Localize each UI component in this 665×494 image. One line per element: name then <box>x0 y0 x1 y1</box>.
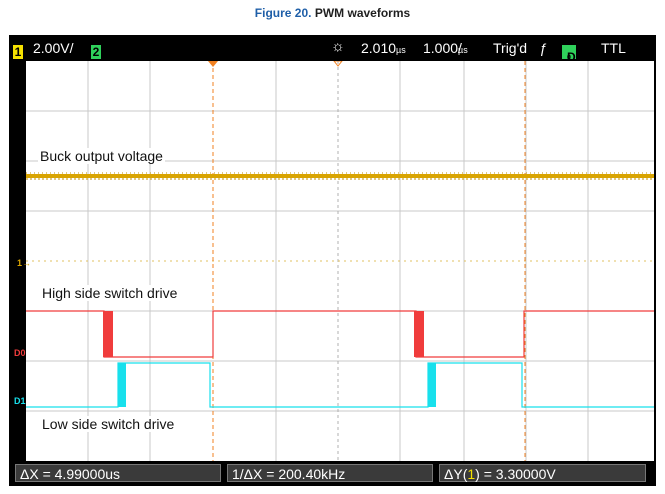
delta-y-readout[interactable]: ΔY(1) = 3.30000V <box>439 464 646 482</box>
inverse-delta-x-readout[interactable]: 1/ΔX = 200.40kHz <box>227 464 433 482</box>
waveform-plot <box>26 60 654 461</box>
channel2-badge: 2 <box>91 45 101 59</box>
logic-level[interactable]: TTL <box>601 40 626 56</box>
caption-title: PWM waveforms <box>314 6 411 20</box>
channel1-badge: 1 <box>13 45 23 59</box>
rising-edge-icon[interactable]: ƒ <box>539 40 547 56</box>
caption-figure-number: Figure 20. <box>254 6 312 20</box>
measurement-bar: ΔX = 4.99000us 1/ΔX = 200.40kHz ΔY(1) = … <box>9 461 656 486</box>
brightness-icon[interactable]: ☼ <box>331 38 345 55</box>
delay-readout[interactable]: 2.010 µs <box>361 40 406 56</box>
channel1-scale[interactable]: 2.00V/ <box>33 40 73 56</box>
figure-caption: Figure 20. PWM waveforms <box>0 6 665 20</box>
d0-trace <box>26 310 654 358</box>
d1-marker[interactable]: D1 <box>14 396 26 406</box>
trigger-status[interactable]: Trig'd <box>493 40 527 56</box>
d0-edge-burst-2 <box>414 311 424 357</box>
ch1-ground-marker[interactable]: 1→ <box>17 258 31 268</box>
cursor-x1-marker[interactable] <box>208 61 218 67</box>
timebase-readout[interactable]: 1.000 µs / <box>423 40 468 56</box>
high-side-label: High side switch drive <box>40 285 180 301</box>
digital-badge: D0 <box>562 45 576 64</box>
waveform-screen: Buck output voltage High side switch dri… <box>26 60 654 461</box>
delta-x-readout[interactable]: ΔX = 4.99000us <box>15 464 221 482</box>
oscilloscope-display: 1 2.00V/ 2 ☼ 2.010 µs 1.000 µs / Trig'd ƒ D… <box>9 35 656 486</box>
d1-edge-burst-1 <box>118 363 126 407</box>
d1-edge-burst-2 <box>428 363 436 407</box>
low-side-label: Low side switch drive <box>40 416 177 432</box>
scope-status-bar: 1 2.00V/ 2 ☼ 2.010 µs 1.000 µs / Trig'd ƒ D… <box>9 35 656 64</box>
d0-marker[interactable]: D0 <box>14 348 26 358</box>
buck-output-label: Buck output voltage <box>38 148 165 164</box>
ch1-trace <box>26 174 654 178</box>
d0-edge-burst-1 <box>103 311 113 357</box>
